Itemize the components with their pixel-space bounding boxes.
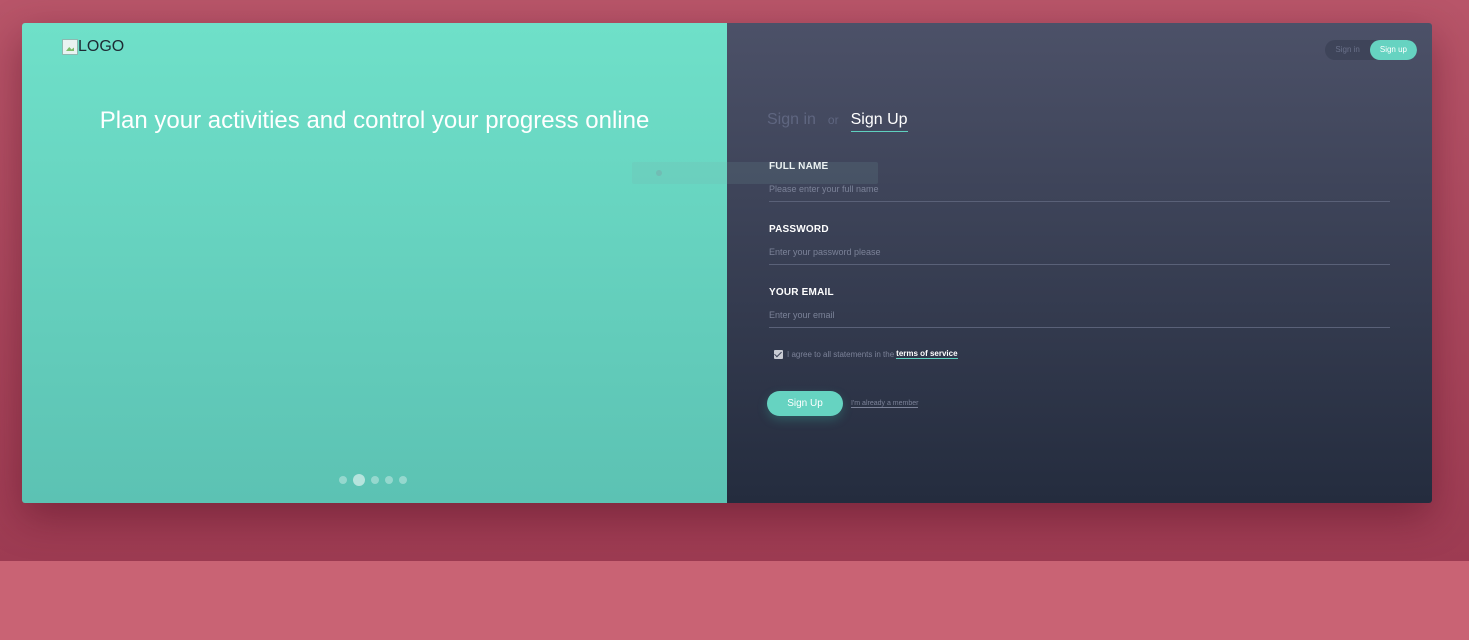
terms-checkbox[interactable]: [774, 349, 783, 359]
full-name-input[interactable]: [769, 184, 1390, 202]
auth-tabs: Sign in or Sign Up: [767, 111, 908, 132]
auth-card: LOGO Plan your activities and control yo…: [22, 23, 1432, 503]
email-label: YOUR EMAIL: [769, 287, 834, 298]
tab-signup[interactable]: Sign Up: [850, 111, 908, 132]
password-input[interactable]: [769, 247, 1390, 265]
slider-dot[interactable]: [399, 476, 407, 484]
tab-separator: or: [827, 113, 839, 127]
ghost-overlay: [632, 162, 878, 184]
email-input[interactable]: [769, 310, 1390, 328]
faded-dot-icon: [656, 170, 662, 176]
email-group: YOUR EMAIL: [769, 287, 1390, 328]
already-member-link[interactable]: I'm already a member: [851, 400, 919, 408]
terms-of-service-link[interactable]: terms of service: [896, 349, 958, 359]
slider-dot[interactable]: [371, 476, 379, 484]
tab-signin[interactable]: Sign in: [767, 111, 816, 129]
password-group: PASSWORD: [769, 224, 1390, 265]
broken-image-icon: [62, 39, 78, 55]
slider-dot[interactable]: [385, 476, 393, 484]
slider-dot-active[interactable]: [353, 474, 365, 486]
password-label: PASSWORD: [769, 224, 829, 235]
auth-toggle: Sign in Sign up: [1325, 40, 1417, 60]
logo: LOGO: [62, 38, 124, 56]
terms-text: I agree to all statements in the: [787, 349, 895, 359]
toggle-signup-button[interactable]: Sign up: [1369, 40, 1417, 60]
slider-dots: [339, 474, 407, 486]
signup-panel: Sign in Sign up Sign in or Sign Up FULL …: [727, 23, 1432, 503]
logo-alt-text: LOGO: [78, 38, 125, 55]
terms-row: I agree to all statements in the terms o…: [774, 349, 958, 359]
promo-headline: Plan your activities and control your pr…: [99, 107, 650, 134]
slider-dot[interactable]: [339, 476, 347, 484]
promo-panel: LOGO Plan your activities and control yo…: [22, 23, 727, 503]
toggle-signin-button[interactable]: Sign in: [1325, 40, 1369, 60]
signup-submit-button[interactable]: Sign Up: [767, 391, 843, 416]
